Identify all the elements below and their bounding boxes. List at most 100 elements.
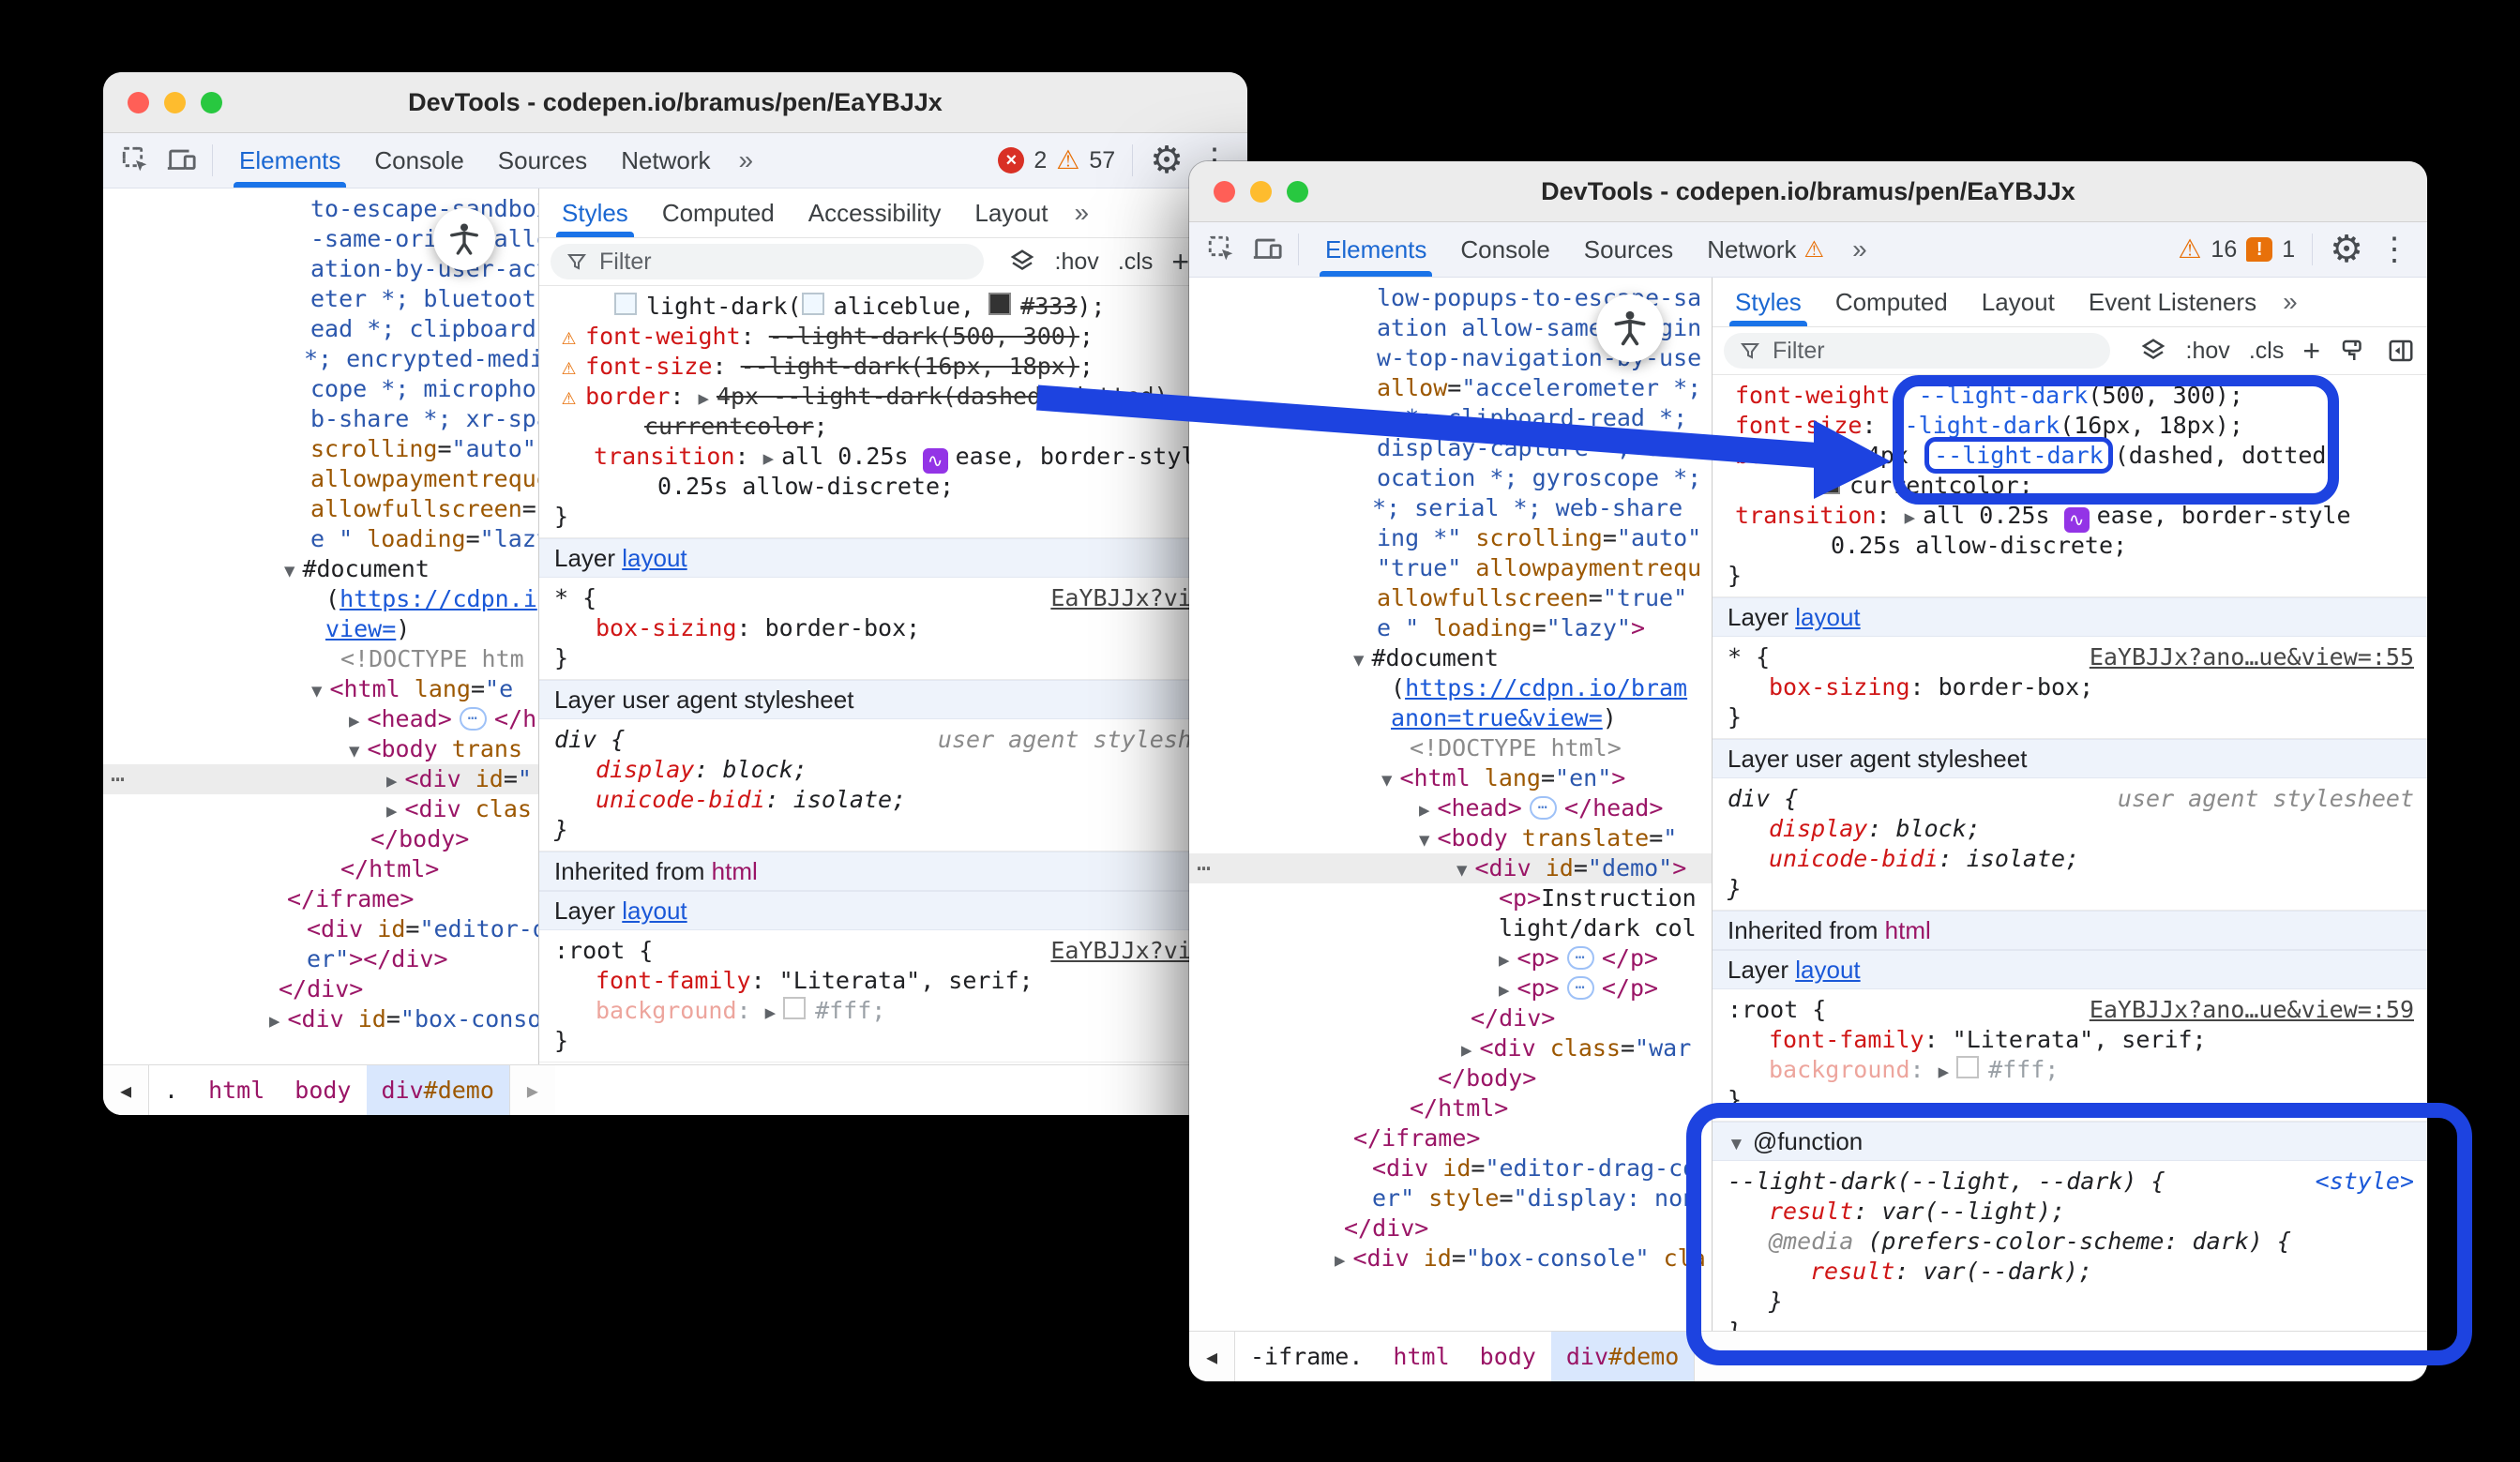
- style-rule[interactable]: --light-dark(--light, --dark) {<style>re…: [1713, 1161, 2427, 1331]
- link[interactable]: https://cdpn.io/bram: [1405, 674, 1687, 701]
- class-toggle-button[interactable]: .cls: [2249, 338, 2285, 365]
- warning-count[interactable]: 57: [1089, 147, 1115, 174]
- style-declaration-line[interactable]: }: [1728, 1287, 2427, 1317]
- style-declaration-line[interactable]: currentcolor;: [554, 412, 1247, 442]
- link[interactable]: EaYBJJx?ano…ue&view=:55: [2090, 643, 2414, 671]
- rule-source-link[interactable]: EaYBJJx?ano…ue&view=:59: [2090, 995, 2414, 1025]
- breadcrumb-item[interactable]: body: [279, 1065, 366, 1115]
- tab-computed[interactable]: Computed: [645, 188, 792, 237]
- style-declaration-line[interactable]: transition: ▶all 0.25s ∿ease, border-sty…: [1728, 501, 2427, 531]
- dom-tree-row[interactable]: ▶<p>⋯</p>: [1189, 943, 1712, 973]
- titlebar[interactable]: DevTools - codepen.io/bramus/pen/EaYBJJx: [103, 72, 1247, 133]
- dom-tree-row[interactable]: "true" allowpaymentrequ: [1189, 553, 1712, 583]
- style-rule[interactable]: * {EaYBJJx?ano…ue&view=:55box-sizing: bo…: [1713, 637, 2427, 739]
- more-tabs-chevron[interactable]: »: [1843, 234, 1877, 264]
- style-declaration-line[interactable]: result: var(--light);: [1728, 1197, 2427, 1227]
- dom-tree-row[interactable]: (https://cdpn.io/bram: [1189, 673, 1712, 703]
- style-rules[interactable]: font-weight: --light-dark(500, 300);font…: [1713, 375, 2427, 1331]
- style-rule[interactable]: div {user agent stylesheetdisplay: block…: [539, 719, 1247, 852]
- hidden-element-marker[interactable]: ⋯: [111, 764, 127, 794]
- dom-tree-row[interactable]: ▼#document: [103, 554, 538, 584]
- style-declaration-line[interactable]: box-sizing: border-box;: [554, 613, 1247, 643]
- dom-tree-row[interactable]: ing *" scrolling="auto": [1189, 523, 1712, 553]
- layers-icon[interactable]: [1008, 248, 1036, 276]
- dom-tree-row[interactable]: ▶<div id="box-console" cla: [1189, 1243, 1712, 1274]
- rendering-brush-icon[interactable]: [2339, 337, 2367, 365]
- dom-tree-row[interactable]: </iframe>: [1189, 1123, 1712, 1153]
- style-rules[interactable]: light-dark(aliceblue, #333);⚠font-weight…: [539, 286, 1247, 1064]
- dom-tree-row[interactable]: <!DOCTYPE htm: [103, 644, 538, 674]
- tab-network[interactable]: Network: [604, 133, 727, 188]
- dom-tree-row[interactable]: a *; clipboard-read *;: [1189, 403, 1712, 433]
- style-declaration-line[interactable]: @media (prefers-color-scheme: dark) {: [1728, 1227, 2427, 1257]
- hidden-element-marker[interactable]: ⋯: [1197, 853, 1213, 883]
- warning-count[interactable]: 16: [2211, 236, 2237, 264]
- dom-tree-row[interactable]: *; serial *; web-share: [1189, 493, 1712, 523]
- style-rule[interactable]: light-dark(aliceblue, #333);⚠font-weight…: [539, 286, 1247, 538]
- style-declaration-line[interactable]: * {EaYBJJx?view=: [554, 583, 1247, 613]
- tab-sources[interactable]: Sources: [481, 133, 604, 188]
- style-declaration-line[interactable]: }: [1728, 1085, 2427, 1115]
- breadcrumb-item[interactable]: div#demo: [1551, 1332, 1694, 1381]
- tab-elements[interactable]: Elements: [222, 133, 357, 188]
- dom-tree-row[interactable]: *; encrypted-medi: [103, 344, 538, 374]
- close-window-button[interactable]: [1214, 181, 1235, 203]
- dom-tree-row[interactable]: </div>: [1189, 1003, 1712, 1033]
- dock-side-icon[interactable]: [2386, 337, 2416, 365]
- dom-tree-row[interactable]: </body>: [1189, 1063, 1712, 1093]
- link[interactable]: layout: [622, 897, 687, 925]
- style-declaration-line[interactable]: unicode-bidi: isolate;: [1728, 844, 2427, 874]
- link[interactable]: https://cdpn.i: [340, 585, 537, 612]
- warning-triangle-icon[interactable]: ⚠: [2178, 236, 2201, 263]
- dom-tree-row[interactable]: allow="accelerometer *;: [1189, 373, 1712, 403]
- tab-styles[interactable]: Styles: [1718, 278, 1818, 326]
- settings-gear-icon[interactable]: ⚙: [1150, 142, 1184, 179]
- warning-triangle-icon[interactable]: ⚠: [1056, 147, 1079, 173]
- style-declaration-line[interactable]: 0.25s allow-discrete;: [554, 472, 1247, 502]
- hover-state-button[interactable]: :hov: [2186, 338, 2230, 365]
- dom-tree-row[interactable]: e " loading="lazy">: [1189, 613, 1712, 643]
- style-rule[interactable]: :root {EaYBJJx?view=font-family: "Litera…: [539, 930, 1247, 1063]
- style-declaration-line[interactable]: result: var(--dark);: [1728, 1257, 2427, 1287]
- dom-tree-row[interactable]: </iframe>: [103, 884, 538, 914]
- tab-styles[interactable]: Styles: [545, 188, 645, 237]
- style-declaration-line[interactable]: div {user agent stylesheet: [1728, 784, 2427, 814]
- error-count[interactable]: 2: [1034, 147, 1047, 174]
- dom-tree-row[interactable]: ▶<div class="war: [1189, 1033, 1712, 1063]
- link[interactable]: EaYBJJx?ano…ue&view=:59: [2090, 996, 2414, 1023]
- style-declaration-line[interactable]: }: [1728, 874, 2427, 904]
- style-declaration-line[interactable]: }: [1728, 561, 2427, 591]
- link[interactable]: anon=true&view=: [1391, 704, 1603, 731]
- dom-tree-row[interactable]: ▶<div clas: [103, 794, 538, 824]
- dom-tree-row[interactable]: scrolling="auto": [103, 434, 538, 464]
- inspect-element-icon[interactable]: [114, 140, 158, 181]
- filter-input[interactable]: Filter: [551, 244, 984, 279]
- more-tabs-chevron[interactable]: »: [1064, 198, 1098, 228]
- breadcrumb-scroll-right-button[interactable]: ▶: [1694, 1332, 1740, 1381]
- breadcrumb-item[interactable]: div#demo: [367, 1065, 509, 1115]
- dom-tree-row[interactable]: view=): [103, 614, 538, 644]
- style-rule[interactable]: :root {EaYBJJx?ano…ue&view=:59font-famil…: [1713, 989, 2427, 1122]
- dom-tree-row[interactable]: light/dark col: [1189, 913, 1712, 943]
- titlebar[interactable]: DevTools - codepen.io/bramus/pen/EaYBJJx: [1189, 161, 2427, 222]
- style-declaration-line[interactable]: light-dark(aliceblue, #333);: [554, 292, 1247, 322]
- tab-elements[interactable]: Elements: [1308, 222, 1443, 277]
- style-declaration-line[interactable]: font-family: "Literata", serif;: [1728, 1025, 2427, 1055]
- style-declaration-line[interactable]: ⚠border: ▶4px --light-dark(dashed, dotte…: [554, 382, 1247, 412]
- style-declaration-line[interactable]: * {EaYBJJx?ano…ue&view=:55: [1728, 642, 2427, 672]
- link[interactable]: <style>: [2316, 1168, 2414, 1195]
- minimize-window-button[interactable]: [1250, 181, 1272, 203]
- dom-tree-row[interactable]: ⋯▼<div id="demo">: [1189, 853, 1712, 883]
- style-declaration-line[interactable]: }: [554, 643, 1247, 673]
- style-declaration-line[interactable]: ⚠font-size: --light-dark(16px, 18px);: [554, 352, 1247, 382]
- dom-tree-row[interactable]: </html>: [1189, 1093, 1712, 1123]
- dom-tree-row[interactable]: b-share *; xr-spa: [103, 404, 538, 434]
- settings-gear-icon[interactable]: ⚙: [2330, 231, 2363, 268]
- style-declaration-line[interactable]: ⚠font-weight: --light-dark(500, 300);: [554, 322, 1247, 352]
- dom-tree-row[interactable]: cope *; microphon: [103, 374, 538, 404]
- dom-tree-row[interactable]: ▼<html lang="e: [103, 674, 538, 704]
- kebab-menu-icon[interactable]: ⋮: [2373, 234, 2416, 265]
- style-declaration-line[interactable]: }: [1728, 702, 2427, 732]
- dom-tree-row[interactable]: ▼<html lang="en">: [1189, 763, 1712, 793]
- style-declaration-line[interactable]: }: [1728, 1317, 2427, 1331]
